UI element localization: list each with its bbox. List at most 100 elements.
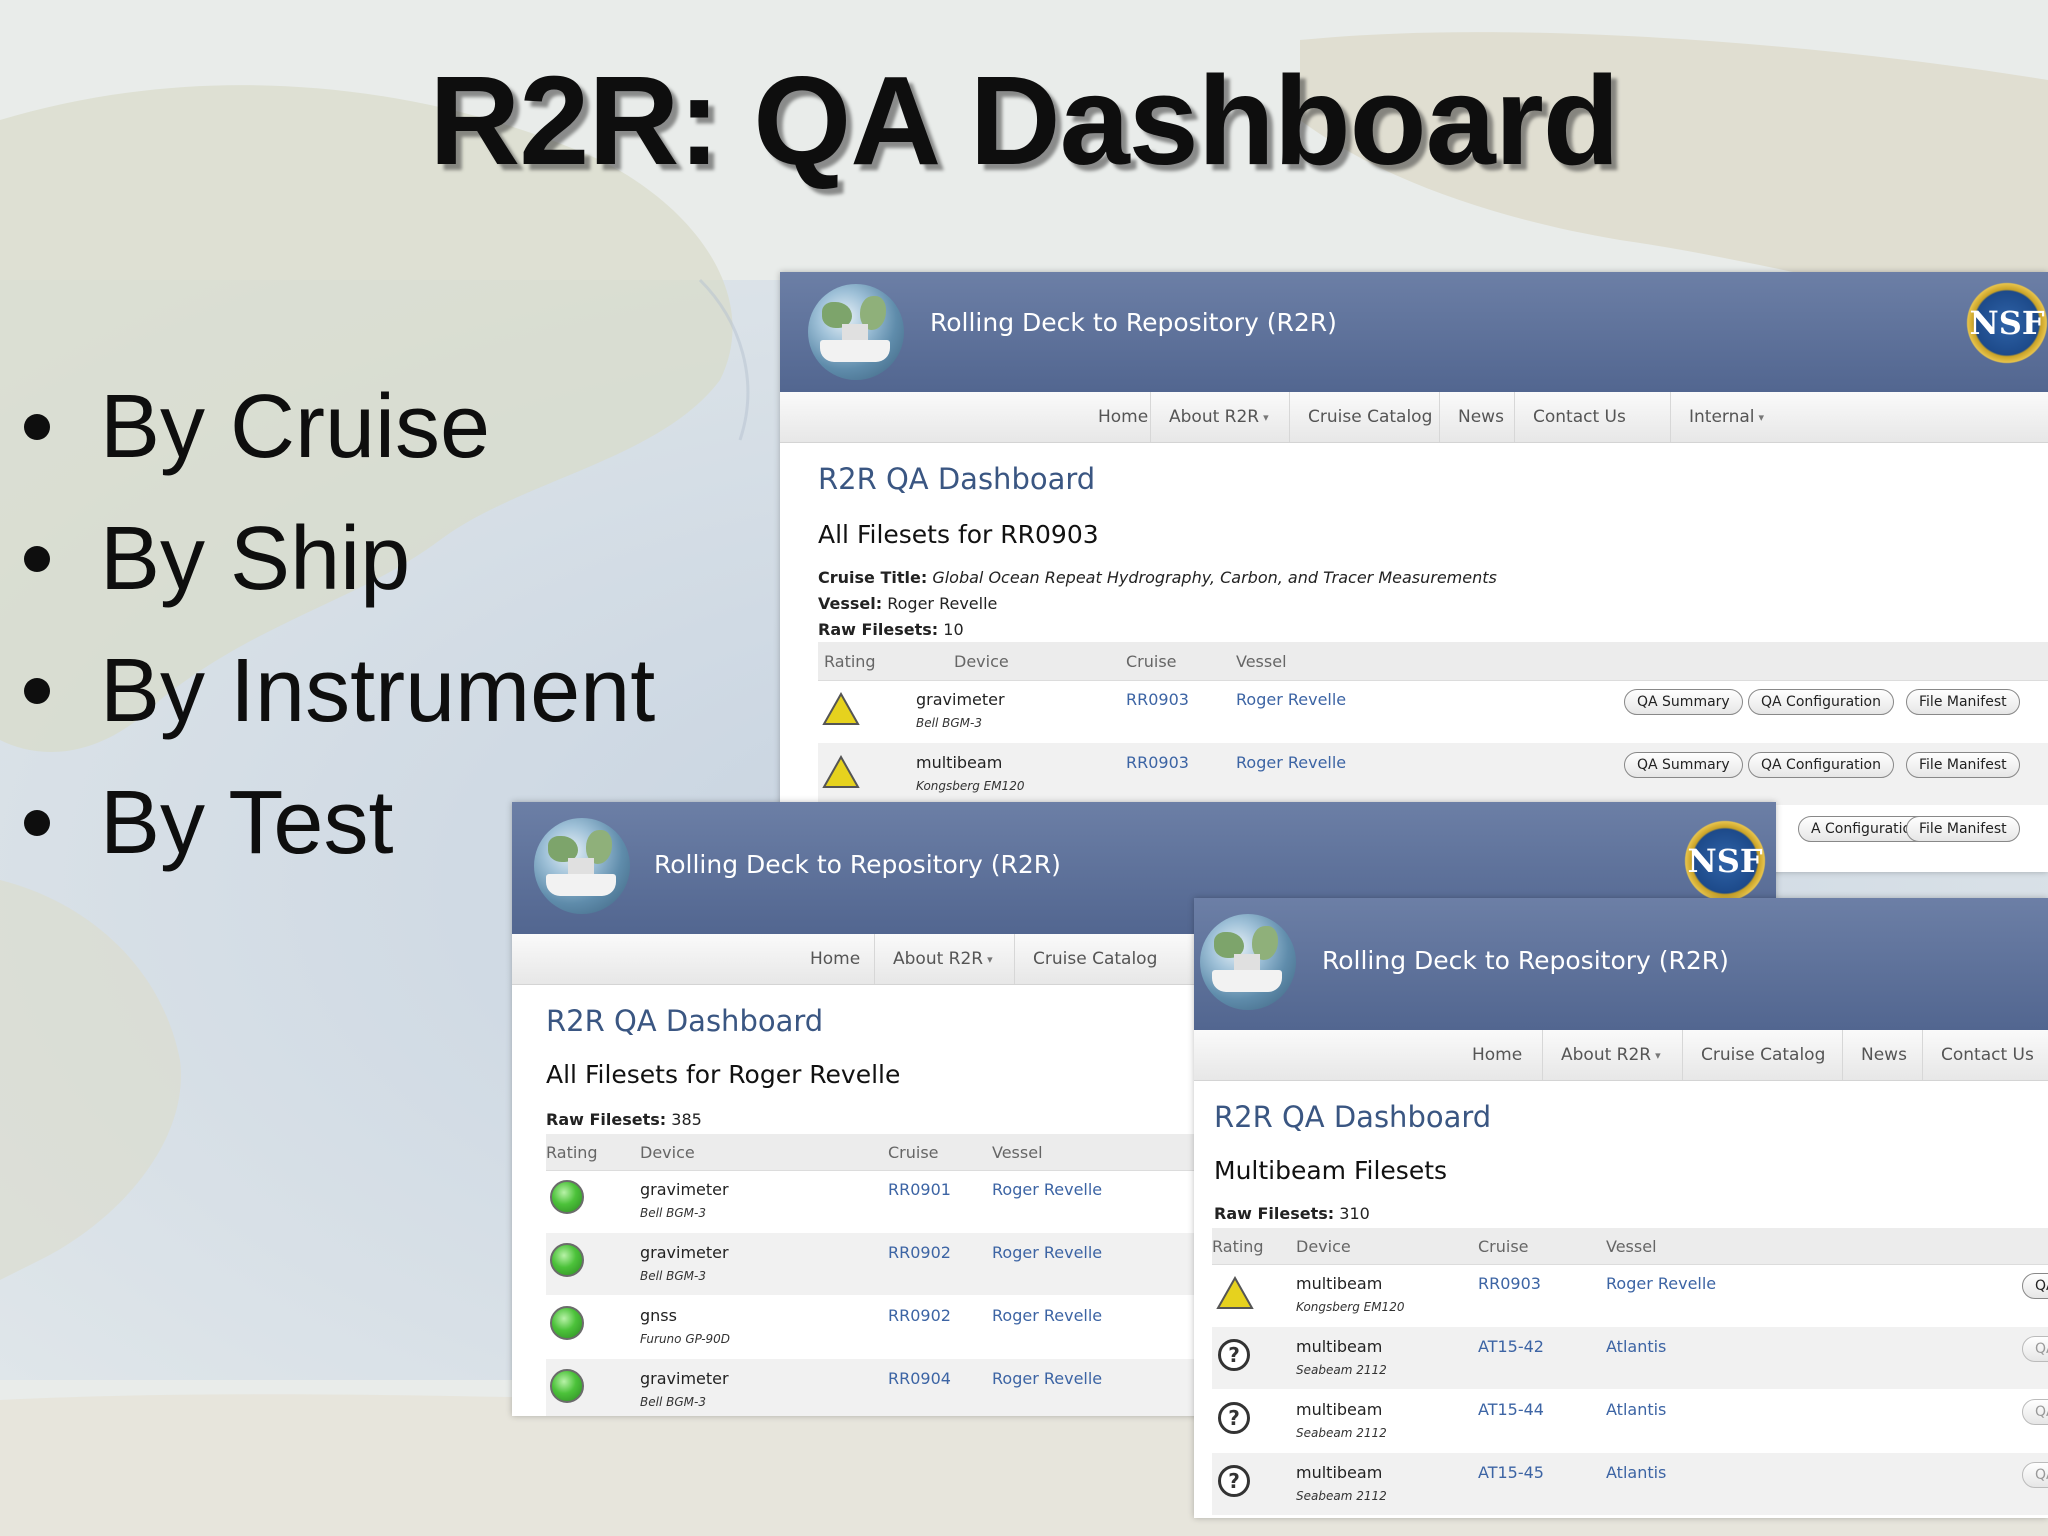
table-header: Rating Device Cruise Vessel: [818, 642, 2048, 681]
device-name[interactable]: gnss: [640, 1306, 677, 1325]
col-vessel[interactable]: Vessel: [1606, 1228, 1657, 1264]
table-row: multibeam Kongsberg EM120 RR0903 Roger R…: [818, 743, 2048, 805]
nsf-logo-icon[interactable]: NSF: [1684, 820, 1766, 902]
bullet-dot-icon: [24, 810, 50, 836]
r2r-logo-icon[interactable]: [534, 818, 630, 914]
nav-internal[interactable]: Internal ▾: [1670, 392, 1782, 442]
pass-icon: [550, 1369, 584, 1403]
file-manifest-button[interactable]: File Manifest: [1906, 689, 2020, 715]
bullet-text: By Ship: [100, 509, 411, 609]
cruise-link[interactable]: RR0903: [1126, 690, 1189, 709]
vessel-link[interactable]: Roger Revelle: [1236, 753, 1346, 772]
col-device[interactable]: Device: [640, 1134, 695, 1170]
device-name[interactable]: gravimeter: [640, 1369, 729, 1388]
device-name[interactable]: gravimeter: [640, 1180, 729, 1199]
vessel-link[interactable]: Atlantis: [1606, 1400, 1666, 1419]
nav-contact[interactable]: Contact Us: [1514, 392, 1644, 442]
qa-summary-button[interactable]: QA: [2022, 1462, 2048, 1488]
nav-news[interactable]: News: [1842, 1030, 1925, 1080]
dashboard-title: R2R QA Dashboard: [1214, 1100, 1492, 1134]
device-model: Kongsberg EM120: [1296, 1300, 1405, 1314]
nav-news[interactable]: News: [1439, 392, 1522, 442]
site-title[interactable]: Rolling Deck to Repository (R2R): [1322, 946, 1729, 975]
table-row: multibeam Kongsberg EM120 RR0903 Roger R…: [1212, 1264, 2048, 1326]
col-cruise[interactable]: Cruise: [1478, 1228, 1529, 1264]
nav-about[interactable]: About R2R ▾: [1542, 1030, 1679, 1080]
site-title[interactable]: Rolling Deck to Repository (R2R): [930, 308, 1337, 337]
pass-icon: [550, 1306, 584, 1340]
qa-summary-button[interactable]: QA: [2022, 1399, 2048, 1425]
col-device[interactable]: Device: [1296, 1228, 1351, 1264]
r2r-logo-icon[interactable]: [808, 284, 904, 380]
qa-summary-button[interactable]: QA Summary: [1624, 689, 1743, 715]
vessel-link[interactable]: Roger Revelle: [992, 1306, 1102, 1325]
cruise-link[interactable]: AT15-44: [1478, 1400, 1544, 1419]
warning-icon: [1216, 1276, 1254, 1309]
cruise-link[interactable]: RR0903: [1126, 753, 1189, 772]
device-name[interactable]: gravimeter: [640, 1243, 729, 1262]
col-vessel[interactable]: Vessel: [992, 1134, 1043, 1170]
nav-cruise-catalog[interactable]: Cruise Catalog: [1289, 392, 1450, 442]
cruise-link[interactable]: AT15-42: [1478, 1337, 1544, 1356]
device-name[interactable]: multibeam: [1296, 1463, 1382, 1482]
vessel-link[interactable]: Roger Revelle: [992, 1369, 1102, 1388]
nsf-logo-icon[interactable]: NSF: [1966, 282, 2048, 364]
r2r-logo-icon[interactable]: [1200, 914, 1296, 1010]
col-cruise[interactable]: Cruise: [888, 1134, 939, 1170]
nav-about[interactable]: About R2R ▾: [1150, 392, 1287, 442]
file-manifest-button[interactable]: File Manifest: [1906, 816, 2020, 842]
vessel-link[interactable]: Roger Revelle: [992, 1243, 1102, 1262]
col-device[interactable]: Device: [954, 642, 1009, 680]
filesets-subtitle: Multibeam Filesets: [1214, 1156, 1448, 1185]
nav-bar: Home About R2R ▾ Cruise Catalog News Cont…: [1194, 1030, 2048, 1081]
bullet-text: By Cruise: [100, 377, 491, 477]
col-rating[interactable]: Rating: [824, 642, 876, 680]
qa-configuration-button[interactable]: QA Configuration: [1748, 689, 1894, 715]
cruise-link[interactable]: RR0902: [888, 1306, 951, 1325]
site-title[interactable]: Rolling Deck to Repository (R2R): [654, 850, 1061, 879]
nav-home[interactable]: Home: [1454, 1030, 1540, 1080]
nav-cruise-catalog[interactable]: Cruise Catalog: [1682, 1030, 1843, 1080]
qa-summary-button[interactable]: QA: [2022, 1273, 2048, 1299]
device-model: Furuno GP-90D: [640, 1332, 731, 1346]
qa-summary-button[interactable]: QA Summary: [1624, 752, 1743, 778]
col-rating[interactable]: Rating: [546, 1134, 598, 1170]
cruise-link[interactable]: AT15-45: [1478, 1463, 1544, 1482]
col-vessel[interactable]: Vessel: [1236, 642, 1287, 680]
device-name[interactable]: multibeam: [1296, 1337, 1382, 1356]
pass-icon: [550, 1180, 584, 1214]
qa-configuration-button[interactable]: QA Configuration: [1748, 752, 1894, 778]
cruise-link[interactable]: RR0901: [888, 1180, 951, 1199]
table-row: ? multibeam Seabeam 2112 AT15-45 Atlanti…: [1212, 1453, 2048, 1515]
device-name[interactable]: multibeam: [916, 753, 1002, 772]
col-rating[interactable]: Rating: [1212, 1228, 1264, 1264]
vessel-link[interactable]: Roger Revelle: [1606, 1274, 1716, 1293]
device-model: Seabeam 2112: [1296, 1363, 1387, 1377]
device-name[interactable]: multibeam: [1296, 1274, 1382, 1293]
bullet-item: By Cruise: [20, 372, 655, 504]
nav-home[interactable]: Home: [792, 934, 878, 984]
vessel-link[interactable]: Atlantis: [1606, 1463, 1666, 1482]
nav-about[interactable]: About R2R ▾: [874, 934, 1011, 984]
nav-contact[interactable]: Contact Us: [1922, 1030, 2048, 1080]
device-name[interactable]: multibeam: [1296, 1400, 1382, 1419]
chevron-down-icon: ▾: [1263, 410, 1269, 424]
qa-summary-button[interactable]: QA: [2022, 1336, 2048, 1362]
bullet-item: By Instrument: [20, 636, 655, 768]
cruise-link[interactable]: RR0902: [888, 1243, 951, 1262]
vessel-link[interactable]: Roger Revelle: [992, 1180, 1102, 1199]
cruise-link[interactable]: RR0904: [888, 1369, 951, 1388]
nav-cruise-catalog[interactable]: Cruise Catalog: [1014, 934, 1175, 984]
table-row: ? multibeam Seabeam 2112 AT15-42 Atlanti…: [1212, 1327, 2048, 1389]
col-cruise[interactable]: Cruise: [1126, 642, 1177, 680]
vessel-link[interactable]: Roger Revelle: [1236, 690, 1346, 709]
raw-filesets-line: Raw Filesets: 310: [1214, 1204, 1370, 1223]
bullet-text: By Instrument: [100, 641, 656, 741]
file-manifest-button[interactable]: File Manifest: [1906, 752, 2020, 778]
slide-title: R2R: QA Dashboard: [429, 50, 1619, 191]
device-model: Kongsberg EM120: [916, 779, 1025, 793]
cruise-link[interactable]: RR0903: [1478, 1274, 1541, 1293]
vessel-link[interactable]: Atlantis: [1606, 1337, 1666, 1356]
table-header: Rating Device Cruise Vessel: [1212, 1228, 2048, 1265]
device-name[interactable]: gravimeter: [916, 690, 1005, 709]
